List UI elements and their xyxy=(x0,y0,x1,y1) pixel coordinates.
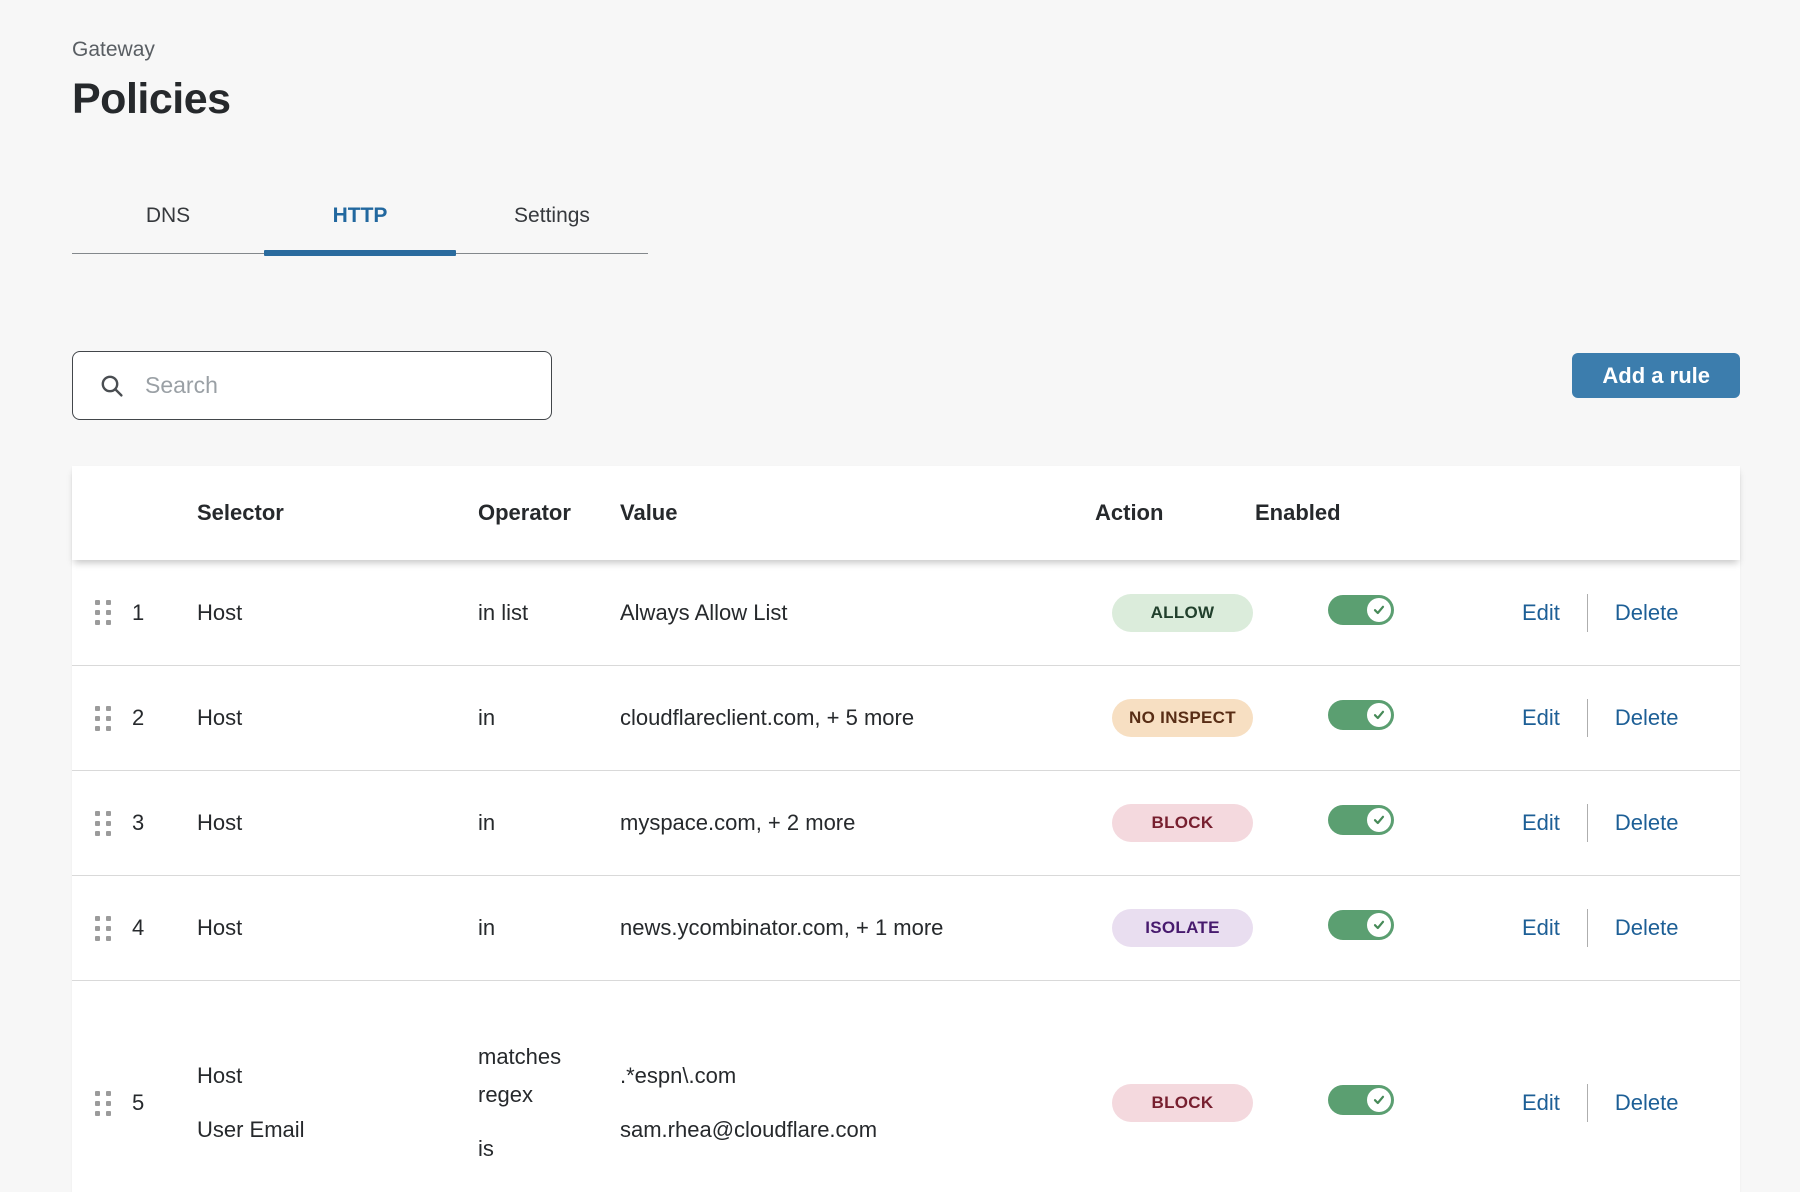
breadcrumb[interactable]: Gateway xyxy=(72,38,1740,62)
action-badge: BLOCK xyxy=(1112,1084,1253,1122)
column-header-operator: Operator xyxy=(478,500,620,526)
row-number: 5 xyxy=(132,1090,144,1116)
edit-delete-divider xyxy=(1587,1084,1588,1122)
enabled-toggle[interactable] xyxy=(1328,805,1394,835)
selector-cell: Host xyxy=(197,594,478,632)
drag-handle-icon[interactable] xyxy=(95,1091,111,1116)
drag-handle-icon[interactable] xyxy=(95,811,111,836)
action-badge: ISOLATE xyxy=(1112,909,1253,947)
edit-delete-divider xyxy=(1587,699,1588,737)
toolbar: Add a rule xyxy=(72,351,1740,420)
column-header-enabled: Enabled xyxy=(1255,500,1462,526)
tab-settings[interactable]: Settings xyxy=(456,204,648,254)
delete-link[interactable]: Delete xyxy=(1615,810,1679,836)
gateway-policies-page: Gateway Policies DNS HTTP Settings Add a… xyxy=(0,0,1800,1192)
operator-cell: in xyxy=(478,699,620,737)
table-header: Selector Operator Value Action Enabled xyxy=(72,466,1740,560)
toggle-check-icon xyxy=(1367,598,1391,622)
drag-handle-icon[interactable] xyxy=(95,600,111,625)
delete-link[interactable]: Delete xyxy=(1615,915,1679,941)
drag-handle-icon[interactable] xyxy=(95,706,111,731)
column-header-selector: Selector xyxy=(197,500,478,526)
edit-link[interactable]: Edit xyxy=(1522,1090,1560,1116)
search-icon xyxy=(99,373,125,399)
operator-cell: matches regexis xyxy=(478,1038,620,1168)
operator-cell: in xyxy=(478,909,620,947)
edit-link[interactable]: Edit xyxy=(1522,915,1560,941)
edit-link[interactable]: Edit xyxy=(1522,810,1560,836)
selector-cell: HostUser Email xyxy=(197,1057,478,1149)
page-title: Policies xyxy=(72,75,1740,124)
row-number: 4 xyxy=(132,915,144,941)
table-row: 1 Host in list Always Allow List ALLOW E… xyxy=(72,560,1740,665)
add-rule-button[interactable]: Add a rule xyxy=(1572,353,1740,398)
selector-cell: Host xyxy=(197,909,478,947)
toggle-check-icon xyxy=(1367,913,1391,937)
table-row: 5 HostUser Email matches regexis .*espn\… xyxy=(72,980,1740,1192)
row-number: 2 xyxy=(132,705,144,731)
row-number: 3 xyxy=(132,810,144,836)
enabled-toggle[interactable] xyxy=(1328,700,1394,730)
enabled-toggle[interactable] xyxy=(1328,1085,1394,1115)
value-cell: cloudflareclient.com, + 5 more xyxy=(620,699,1095,737)
tab-dns[interactable]: DNS xyxy=(72,204,264,254)
table-row: 2 Host in cloudflareclient.com, + 5 more… xyxy=(72,665,1740,770)
delete-link[interactable]: Delete xyxy=(1615,705,1679,731)
action-badge: ALLOW xyxy=(1112,594,1253,632)
column-header-action: Action xyxy=(1095,500,1255,526)
action-badge: NO INSPECT xyxy=(1112,699,1253,737)
row-number: 1 xyxy=(132,600,144,626)
edit-delete-divider xyxy=(1587,594,1588,632)
enabled-toggle[interactable] xyxy=(1328,595,1394,625)
selector-cell: Host xyxy=(197,804,478,842)
table-row: 3 Host in myspace.com, + 2 more BLOCK Ed… xyxy=(72,770,1740,875)
drag-handle-icon[interactable] xyxy=(95,916,111,941)
tab-http[interactable]: HTTP xyxy=(264,204,456,254)
delete-link[interactable]: Delete xyxy=(1615,1090,1679,1116)
enabled-toggle[interactable] xyxy=(1328,910,1394,940)
column-header-value: Value xyxy=(620,500,1095,526)
operator-cell: in list xyxy=(478,594,620,632)
search-box[interactable] xyxy=(72,351,552,420)
search-input[interactable] xyxy=(145,372,533,399)
selector-cell: Host xyxy=(197,699,478,737)
toggle-check-icon xyxy=(1367,808,1391,832)
edit-delete-divider xyxy=(1587,909,1588,947)
tab-bar: DNS HTTP Settings xyxy=(72,204,1740,254)
table-row: 4 Host in news.ycombinator.com, + 1 more… xyxy=(72,875,1740,980)
value-cell: myspace.com, + 2 more xyxy=(620,804,1095,842)
value-cell: Always Allow List xyxy=(620,594,1095,632)
edit-link[interactable]: Edit xyxy=(1522,705,1560,731)
toggle-check-icon xyxy=(1367,703,1391,727)
operator-cell: in xyxy=(478,804,620,842)
toggle-check-icon xyxy=(1367,1088,1391,1112)
delete-link[interactable]: Delete xyxy=(1615,600,1679,626)
value-cell: news.ycombinator.com, + 1 more xyxy=(620,909,1095,947)
policies-table: Selector Operator Value Action Enabled 1… xyxy=(72,466,1740,1192)
edit-link[interactable]: Edit xyxy=(1522,600,1560,626)
table-body: 1 Host in list Always Allow List ALLOW E… xyxy=(72,560,1740,1192)
edit-delete-divider xyxy=(1587,804,1588,842)
value-cell: .*espn\.comsam.rhea@cloudflare.com xyxy=(620,1057,1095,1149)
action-badge: BLOCK xyxy=(1112,804,1253,842)
